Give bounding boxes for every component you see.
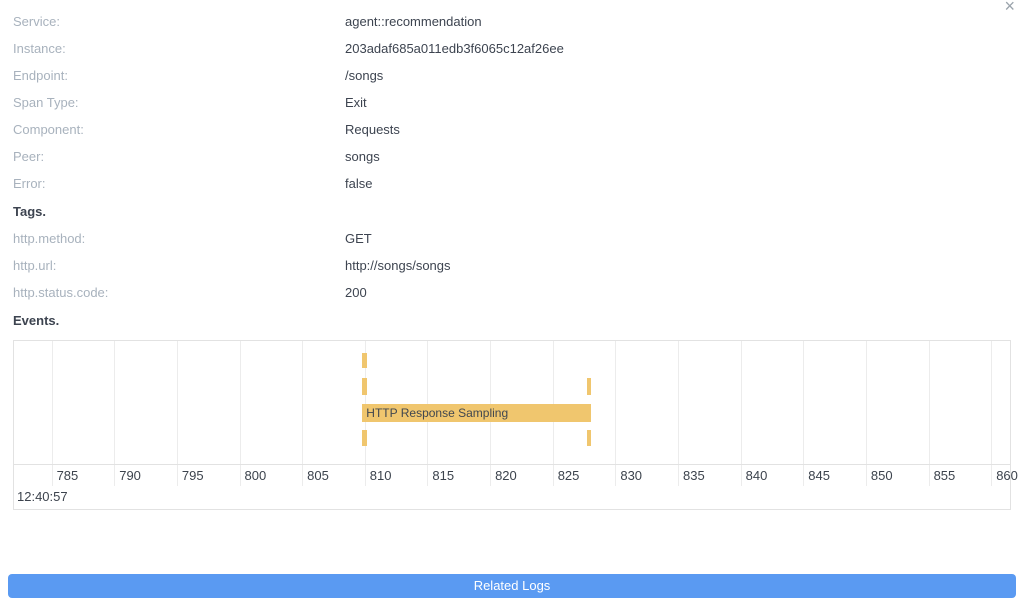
axis-tick <box>365 465 366 486</box>
gridline <box>177 341 178 464</box>
detail-row: Peer: songs <box>13 149 1011 164</box>
event-mark[interactable] <box>362 353 366 368</box>
field-value: songs <box>345 149 380 164</box>
start-time-label: 12:40:57 <box>17 489 68 504</box>
gridline <box>741 341 742 464</box>
axis-tick-label: 795 <box>182 465 204 486</box>
tags-header: Tags. <box>13 204 1011 219</box>
span-detail-content: Service:agent::recommendationInstance:20… <box>0 0 1024 510</box>
detail-row: Error: false <box>13 176 1011 191</box>
gridline <box>427 341 428 464</box>
field-value: false <box>345 176 372 191</box>
event-mark[interactable] <box>362 430 366 446</box>
axis-tick-label: 785 <box>57 465 79 486</box>
timeline-start-time-row: 12:40:57 <box>14 486 1010 509</box>
related-logs-button[interactable]: Related Logs <box>8 574 1016 598</box>
field-label: Component: <box>13 122 84 137</box>
axis-tick <box>52 465 53 486</box>
axis-tick <box>427 465 428 486</box>
event-bar[interactable]: HTTP Response Sampling <box>362 404 591 422</box>
event-mark[interactable] <box>362 378 366 395</box>
field-label: Peer: <box>13 149 44 164</box>
event-mark[interactable] <box>587 430 591 446</box>
detail-row: http.url: http://songs/songs <box>13 258 1011 273</box>
tag-value: http://songs/songs <box>345 258 451 273</box>
axis-tick-label: 810 <box>370 465 392 486</box>
axis-tick-label: 815 <box>432 465 454 486</box>
axis-tick-label: 825 <box>558 465 580 486</box>
axis-tick-label: 855 <box>934 465 956 486</box>
tag-label: http.method: <box>13 231 85 246</box>
axis-tick-label: 840 <box>746 465 768 486</box>
gridline <box>991 341 992 464</box>
axis-tick <box>991 465 992 486</box>
gridline <box>678 341 679 464</box>
field-label: Endpoint: <box>13 68 68 83</box>
axis-tick <box>177 465 178 486</box>
detail-row: http.status.code: 200 <box>13 285 1011 300</box>
axis-tick <box>678 465 679 486</box>
gridline <box>803 341 804 464</box>
gridline <box>490 341 491 464</box>
axis-tick <box>929 465 930 486</box>
axis-tick <box>114 465 115 486</box>
gridline <box>553 341 554 464</box>
axis-tick <box>302 465 303 486</box>
axis-tick-label: 805 <box>307 465 329 486</box>
gridline <box>929 341 930 464</box>
axis-tick <box>553 465 554 486</box>
gridline <box>114 341 115 464</box>
axis-tick <box>741 465 742 486</box>
tag-value: 200 <box>345 285 367 300</box>
gridline <box>302 341 303 464</box>
axis-tick <box>803 465 804 486</box>
timeline-plot-area: HTTP Response Sampling <box>14 341 1010 465</box>
field-label: Error: <box>13 176 46 191</box>
events-header: Events. <box>13 313 1011 328</box>
span-tags: http.method: GET http.url: http://songs/son… <box>13 231 1011 300</box>
detail-row: http.method: GET <box>13 231 1011 246</box>
detail-row: Component: Requests <box>13 122 1011 137</box>
axis-tick <box>615 465 616 486</box>
detail-row: Endpoint: /songs <box>13 68 1011 83</box>
axis-tick-label: 820 <box>495 465 517 486</box>
close-icon[interactable]: × <box>1004 0 1015 15</box>
gridline <box>240 341 241 464</box>
detail-row: Instance: 203adaf685a011edb3f6065c12af26e… <box>13 41 1011 56</box>
axis-tick-label: 830 <box>620 465 642 486</box>
event-bar-label: HTTP Response Sampling <box>362 404 591 422</box>
field-value: Exit <box>345 95 367 110</box>
axis-tick-label: 860 <box>996 465 1018 486</box>
field-value: agent::recommendation <box>345 14 482 29</box>
detail-row: Service: agent::recommendation <box>13 14 1011 29</box>
axis-tick-label: 845 <box>808 465 830 486</box>
field-value: 203adaf685a011edb3f6065c12af26ee <box>345 41 564 56</box>
tag-label: http.url: <box>13 258 56 273</box>
span-detail-panel: × Service: agent::recommendationInstance:… <box>0 0 1024 613</box>
tag-value: GET <box>345 231 372 246</box>
field-label: Instance: <box>13 41 66 56</box>
axis-tick-label: 800 <box>245 465 267 486</box>
timeline-x-axis: 785 790 795 800 805 810 815 820 825 830 835 840 845 8… <box>14 465 1010 486</box>
axis-tick <box>490 465 491 486</box>
events-timeline-chart: HTTP Response Sampling 785 790 795 800 805 81… <box>13 340 1011 510</box>
event-mark[interactable] <box>587 378 591 395</box>
axis-tick-label: 790 <box>119 465 141 486</box>
tag-label: http.status.code: <box>13 285 108 300</box>
gridline <box>52 341 53 464</box>
field-value: Requests <box>345 122 400 137</box>
field-label: Span Type: <box>13 95 79 110</box>
detail-row: Span Type: Exit <box>13 95 1011 110</box>
axis-tick-label: 835 <box>683 465 705 486</box>
span-fields: Service: agent::recommendationInstance: 20… <box>13 14 1011 191</box>
axis-tick-label: 850 <box>871 465 893 486</box>
field-value: /songs <box>345 68 383 83</box>
gridline <box>866 341 867 464</box>
gridline <box>615 341 616 464</box>
axis-tick <box>240 465 241 486</box>
field-label: Service: <box>13 14 60 29</box>
axis-tick <box>866 465 867 486</box>
